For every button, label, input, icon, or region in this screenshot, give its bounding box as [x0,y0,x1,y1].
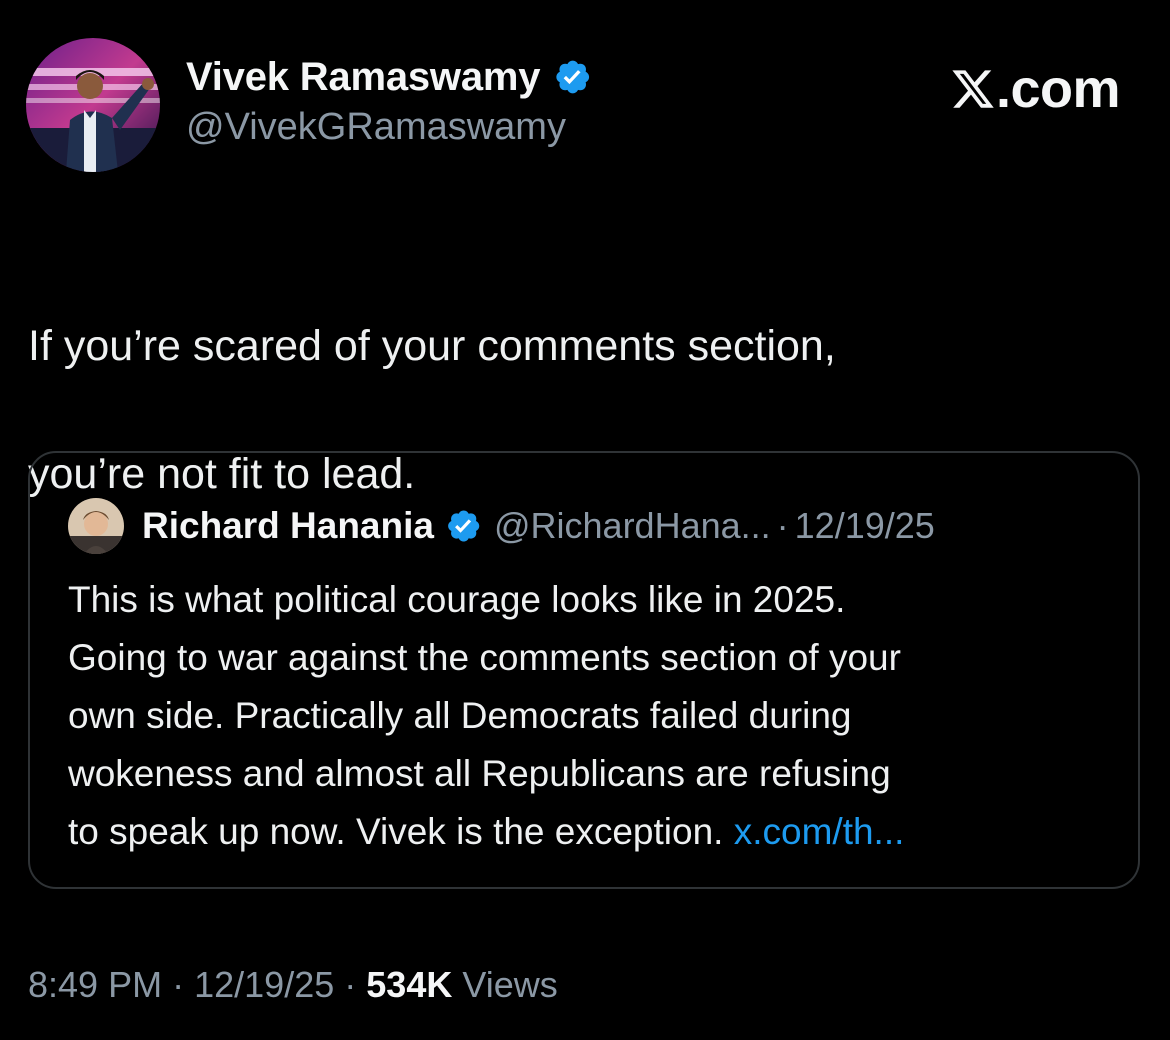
quoted-separator: · [776,505,789,546]
brand-text: .com [995,59,1121,119]
quoted-text-line: to speak up now. Vivek is the exception. [68,811,734,852]
tweet-meta: 8:49 PM · 12/19/25 · 534K Views [28,964,558,1006]
author-handle[interactable]: @VivekGRamaswamy [186,106,592,149]
author-avatar[interactable] [26,38,160,172]
site-brand: .com [950,58,1121,120]
verified-badge-icon [556,60,590,94]
author-name-row: Vivek Ramaswamy [186,52,592,102]
quoted-text-line: wokeness and almost all Republicans are … [68,753,891,794]
quoted-author-handle: @RichardHana... [493,505,771,546]
tweet-date[interactable]: 12/19/25 [194,964,334,1005]
quoted-tweet-text: This is what political courage looks lik… [68,571,1118,861]
views-count[interactable]: 534K [366,964,452,1005]
tweet-time[interactable]: 8:49 PM [28,964,162,1005]
avatar-photo [26,38,160,172]
quoted-text-line: Going to war against the comments sectio… [68,637,901,678]
quoted-tweet-header: Richard Hanania @RichardHana... · 12/19/… [68,497,1118,555]
quoted-link[interactable]: x.com/th... [734,811,905,852]
quoted-text-line: own side. Practically all Democrats fail… [68,695,852,736]
tweet-text-line: If you’re scared of your comments sectio… [28,322,836,370]
x-logo-icon [952,70,994,108]
author-display-name[interactable]: Vivek Ramaswamy [186,55,540,100]
quoted-author-name: Richard Hanania [142,505,434,546]
author-identity: Vivek Ramaswamy @VivekGRamaswamy [186,52,592,149]
quoted-text-line: This is what political courage looks lik… [68,579,846,620]
views-label: Views [462,964,558,1005]
tweet-header: Vivek Ramaswamy @VivekGRamaswamy .com [26,38,1144,172]
quoted-text-line-last: to speak up now. Vivek is the exception.… [68,803,1118,861]
quoted-date: 12/19/25 [794,505,935,546]
meta-separator: · [172,964,185,1005]
quoted-author-avatar [68,498,124,554]
meta-separator: · [344,964,357,1005]
quoted-tweet-card[interactable]: Richard Hanania @RichardHana... · 12/19/… [28,451,1140,889]
verified-badge-icon [448,510,480,542]
quoted-avatar-photo [68,498,124,554]
